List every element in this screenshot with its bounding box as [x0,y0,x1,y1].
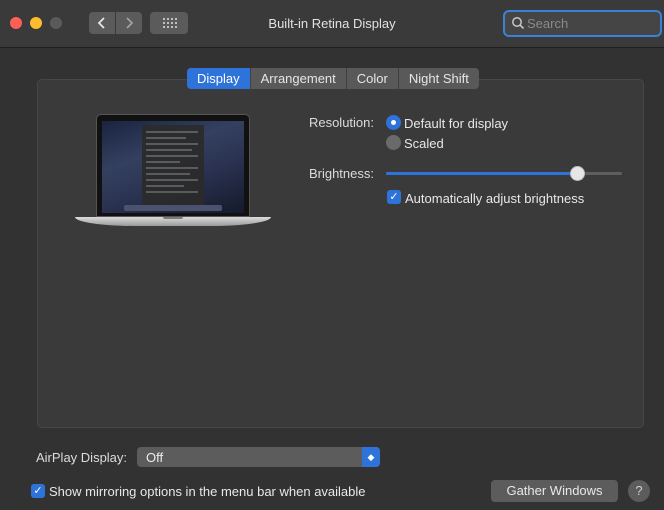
tab-display[interactable]: Display [187,68,251,89]
airplay-display-label: AirPlay Display: [36,450,128,465]
auto-brightness-checkbox[interactable]: ✓ [387,190,401,204]
resolution-label: Resolution: [308,115,374,130]
radio-scaled-label[interactable]: Scaled [404,136,444,151]
brightness-slider[interactable] [386,166,622,181]
system-preferences-window: Built-in Retina Display Display Arrangem… [0,0,664,510]
gather-windows-button[interactable]: Gather Windows [491,480,618,502]
search-input[interactable] [527,14,655,33]
tab-arrangement[interactable]: Arrangement [251,68,347,89]
radio-default-for-display[interactable] [386,115,401,130]
updown-chevron-icon: ◆ [362,447,380,467]
search-field[interactable] [503,10,662,37]
brightness-label: Brightness: [308,166,374,181]
brightness-slider-fill [386,172,577,175]
mirroring-checkbox[interactable]: ✓ [31,484,45,498]
airplay-display-select[interactable]: Off ◆ [137,447,380,467]
radio-scaled[interactable] [386,135,401,150]
help-button[interactable]: ? [628,480,650,502]
auto-brightness-label[interactable]: Automatically adjust brightness [405,191,584,206]
mirroring-options-label[interactable]: Show mirroring options in the menu bar w… [49,484,366,499]
radio-default-label[interactable]: Default for display [404,116,508,131]
tab-night-shift[interactable]: Night Shift [399,68,479,89]
brightness-slider-knob[interactable] [569,166,585,181]
search-icon [512,17,525,30]
tab-bar: Display Arrangement Color Night Shift [187,68,479,89]
title-bar: Built-in Retina Display [0,0,664,48]
laptop-display-illustration [75,112,271,230]
airplay-display-value: Off [146,450,164,465]
tab-color[interactable]: Color [347,68,399,89]
